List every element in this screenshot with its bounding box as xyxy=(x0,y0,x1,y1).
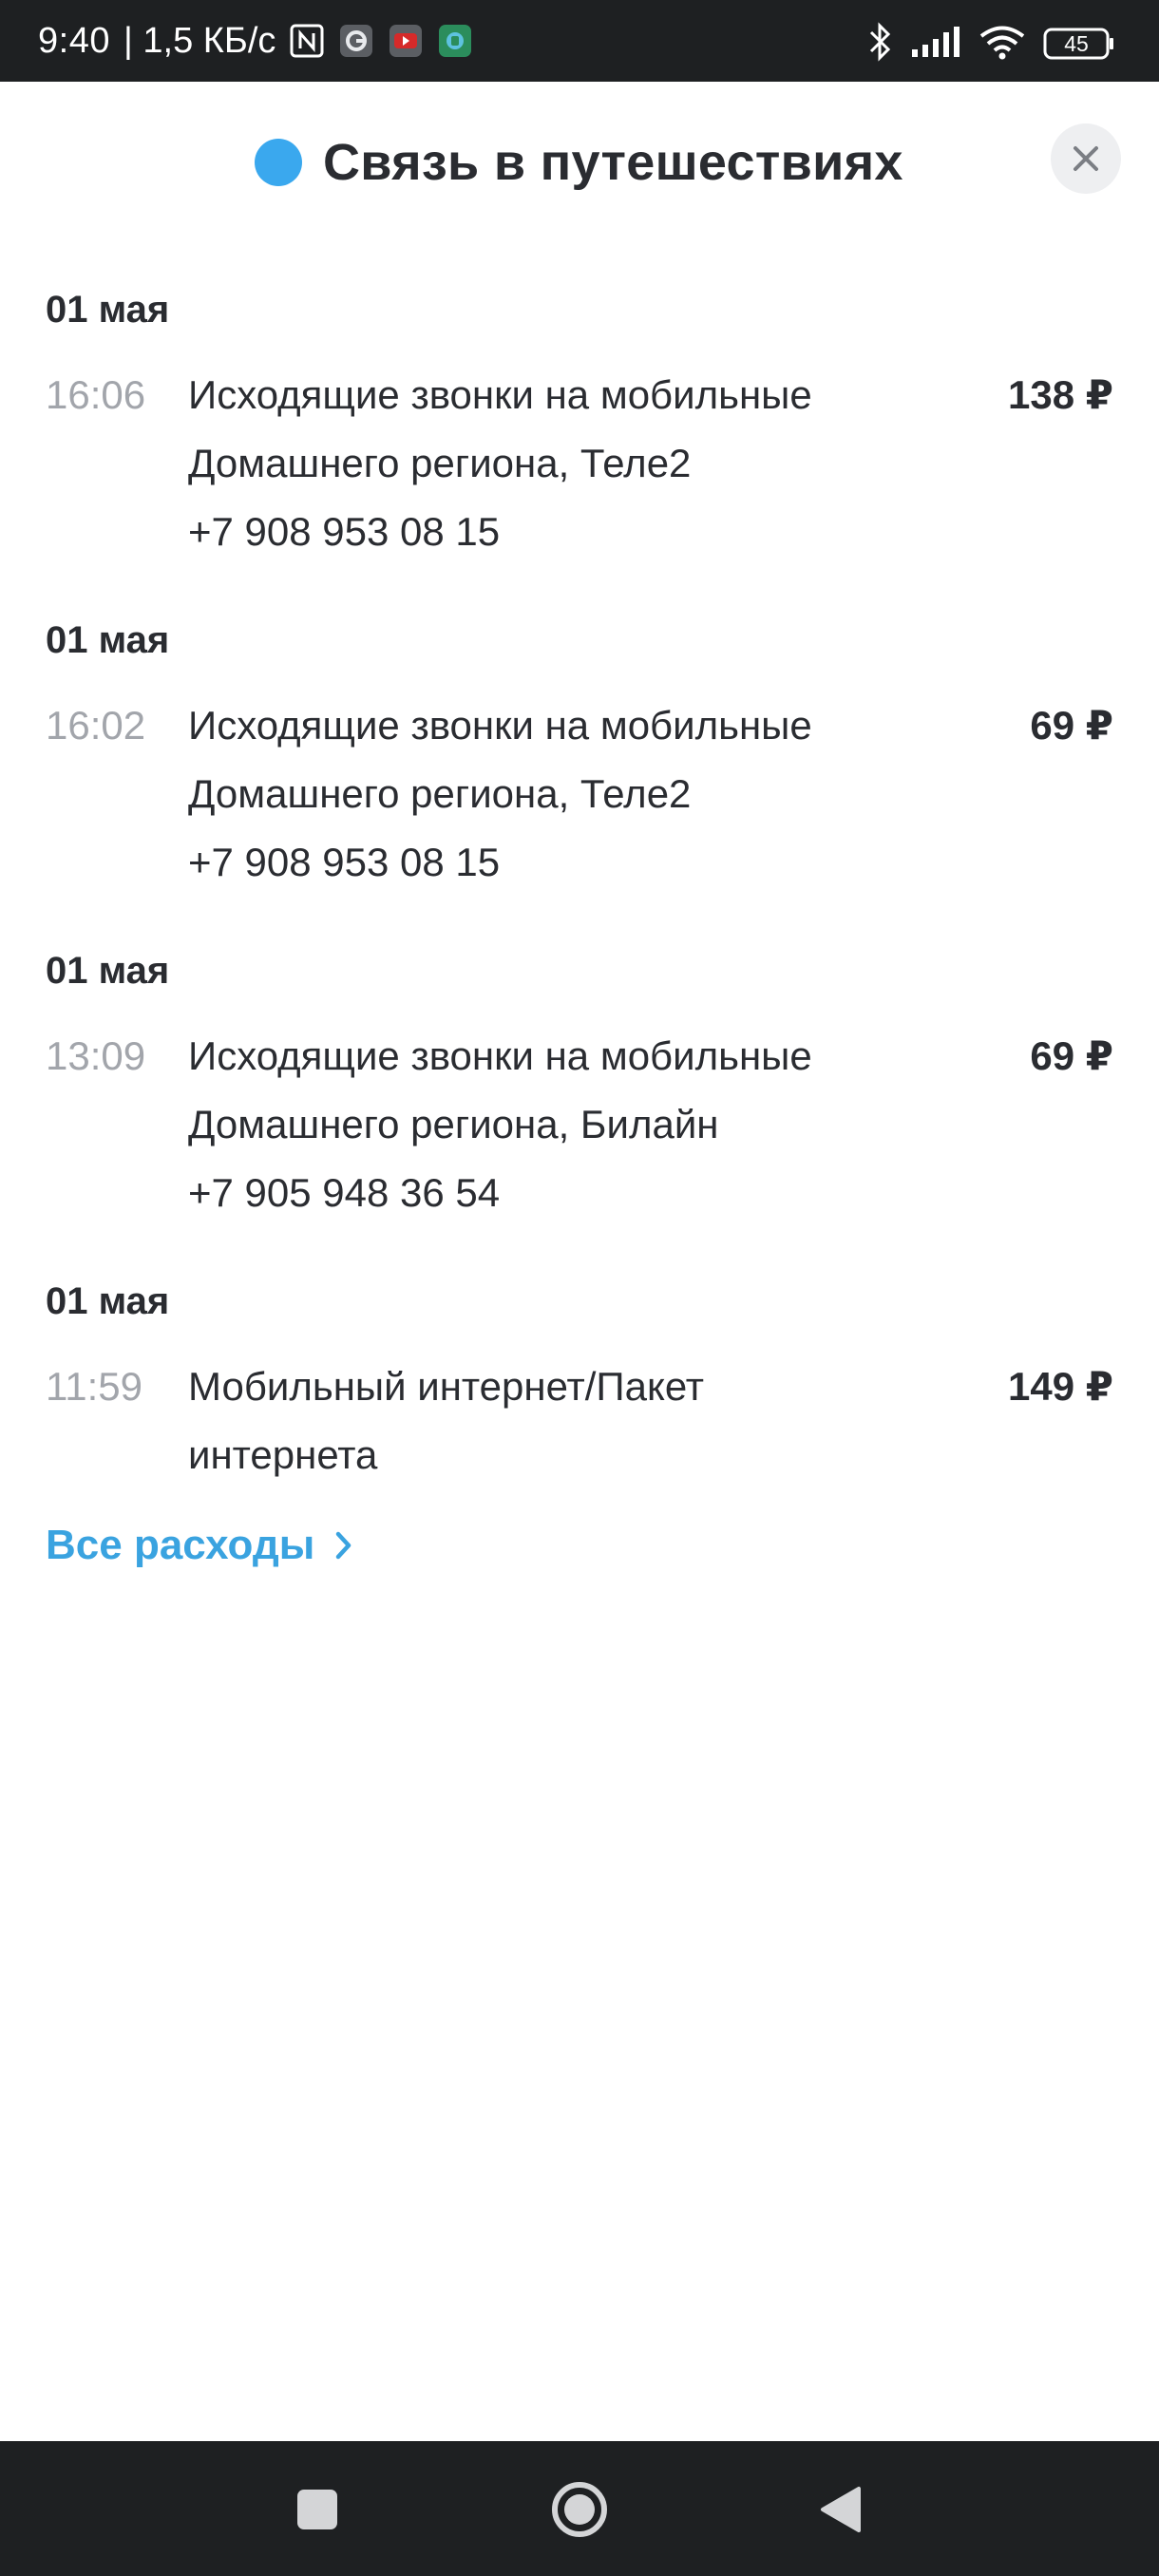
transaction-description: Мобильный интернет/Пакет интернета xyxy=(188,1353,929,1489)
description-line: Исходящие звонки на мобильные xyxy=(188,372,812,417)
transaction-description: Исходящие звонки на мобильные Домашнего … xyxy=(188,1022,929,1227)
description-line: Исходящие звонки на мобильные xyxy=(188,1033,812,1078)
phone-number: +7 908 953 08 15 xyxy=(188,509,501,554)
youtube-icon xyxy=(388,23,424,59)
phone-number: +7 908 953 08 15 xyxy=(188,840,501,884)
description-line: Домашнего региона, Теле2 xyxy=(188,441,692,485)
description-line: Мобильный интернет/Пакет xyxy=(188,1364,705,1409)
transaction-item[interactable]: 01 мая 11:59 Мобильный интернет/Пакет ин… xyxy=(46,1275,1113,1560)
bluetooth-icon xyxy=(868,21,893,66)
phone-number: +7 905 948 36 54 xyxy=(188,1170,501,1215)
status-left: 9:40 | 1,5 КБ/с xyxy=(38,0,473,94)
google-icon xyxy=(338,23,374,59)
back-button[interactable] xyxy=(802,2472,878,2548)
transaction-item[interactable]: 01 мая 16:06 Исходящие звонки на мобильн… xyxy=(46,283,1113,614)
status-right: 45 xyxy=(868,21,1115,66)
clock: 9:40 xyxy=(38,20,110,61)
close-icon xyxy=(1074,146,1098,171)
transaction-description: Исходящие звонки на мобильные Домашнего … xyxy=(188,361,929,566)
title-dot-icon xyxy=(255,139,302,186)
transaction-amount: 149 ₽ xyxy=(1008,1364,1113,1409)
home-icon xyxy=(552,2482,607,2537)
transaction-description: Исходящие звонки на мобильные Домашнего … xyxy=(188,691,929,897)
transaction-date: 01 мая xyxy=(46,1280,170,1322)
battery-level: 45 xyxy=(1064,31,1089,56)
description-line: интернета xyxy=(188,1432,378,1477)
wifi-icon xyxy=(978,24,1026,65)
home-button[interactable] xyxy=(542,2472,618,2548)
transaction-date: 01 мая xyxy=(46,619,170,661)
all-expenses-link[interactable]: Все расходы xyxy=(46,1522,354,1569)
transaction-time: 16:02 xyxy=(46,703,146,748)
signal-icon xyxy=(910,25,961,64)
header: Связь в путешествиях xyxy=(0,82,1159,234)
chevron-right-icon xyxy=(336,1531,352,1560)
transaction-amount: 138 ₽ xyxy=(1008,372,1113,417)
recents-button[interactable] xyxy=(279,2472,355,2548)
description-line: Домашнего региона, Теле2 xyxy=(188,771,692,816)
transaction-item[interactable]: 01 мая 16:02 Исходящие звонки на мобильн… xyxy=(46,614,1113,944)
description-line: Исходящие звонки на мобильные xyxy=(188,703,812,748)
transaction-amount: 69 ₽ xyxy=(1030,703,1113,748)
transaction-time: 16:06 xyxy=(46,372,146,417)
all-expenses-label: Все расходы xyxy=(46,1522,315,1568)
app-icon xyxy=(437,23,473,59)
back-icon xyxy=(821,2487,861,2532)
transaction-time: 13:09 xyxy=(46,1033,146,1078)
transaction-amount: 69 ₽ xyxy=(1030,1033,1113,1078)
nfc-icon xyxy=(289,23,325,59)
recents-icon xyxy=(297,2490,337,2529)
page-title: Связь в путешествиях xyxy=(323,134,903,191)
transaction-time: 11:59 xyxy=(46,1364,142,1409)
description-line: Домашнего региона, Билайн xyxy=(188,1102,719,1146)
transaction-date: 01 мая xyxy=(46,289,170,331)
transaction-list: 01 мая 16:06 Исходящие звонки на мобильн… xyxy=(46,283,1113,1560)
transaction-item[interactable]: 01 мая 13:09 Исходящие звонки на мобильн… xyxy=(46,944,1113,1275)
battery-icon: 45 xyxy=(1043,27,1115,61)
screen: 9:40 | 1,5 КБ/с 45 Связь в путешествиях … xyxy=(0,0,1159,2576)
status-bar: 9:40 | 1,5 КБ/с 45 xyxy=(0,0,1159,82)
navigation-bar xyxy=(0,2441,1159,2576)
close-button[interactable] xyxy=(1051,123,1121,194)
network-speed: | 1,5 КБ/с xyxy=(123,20,276,61)
title-wrap: Связь в путешествиях xyxy=(255,133,903,192)
transaction-date: 01 мая xyxy=(46,950,170,992)
